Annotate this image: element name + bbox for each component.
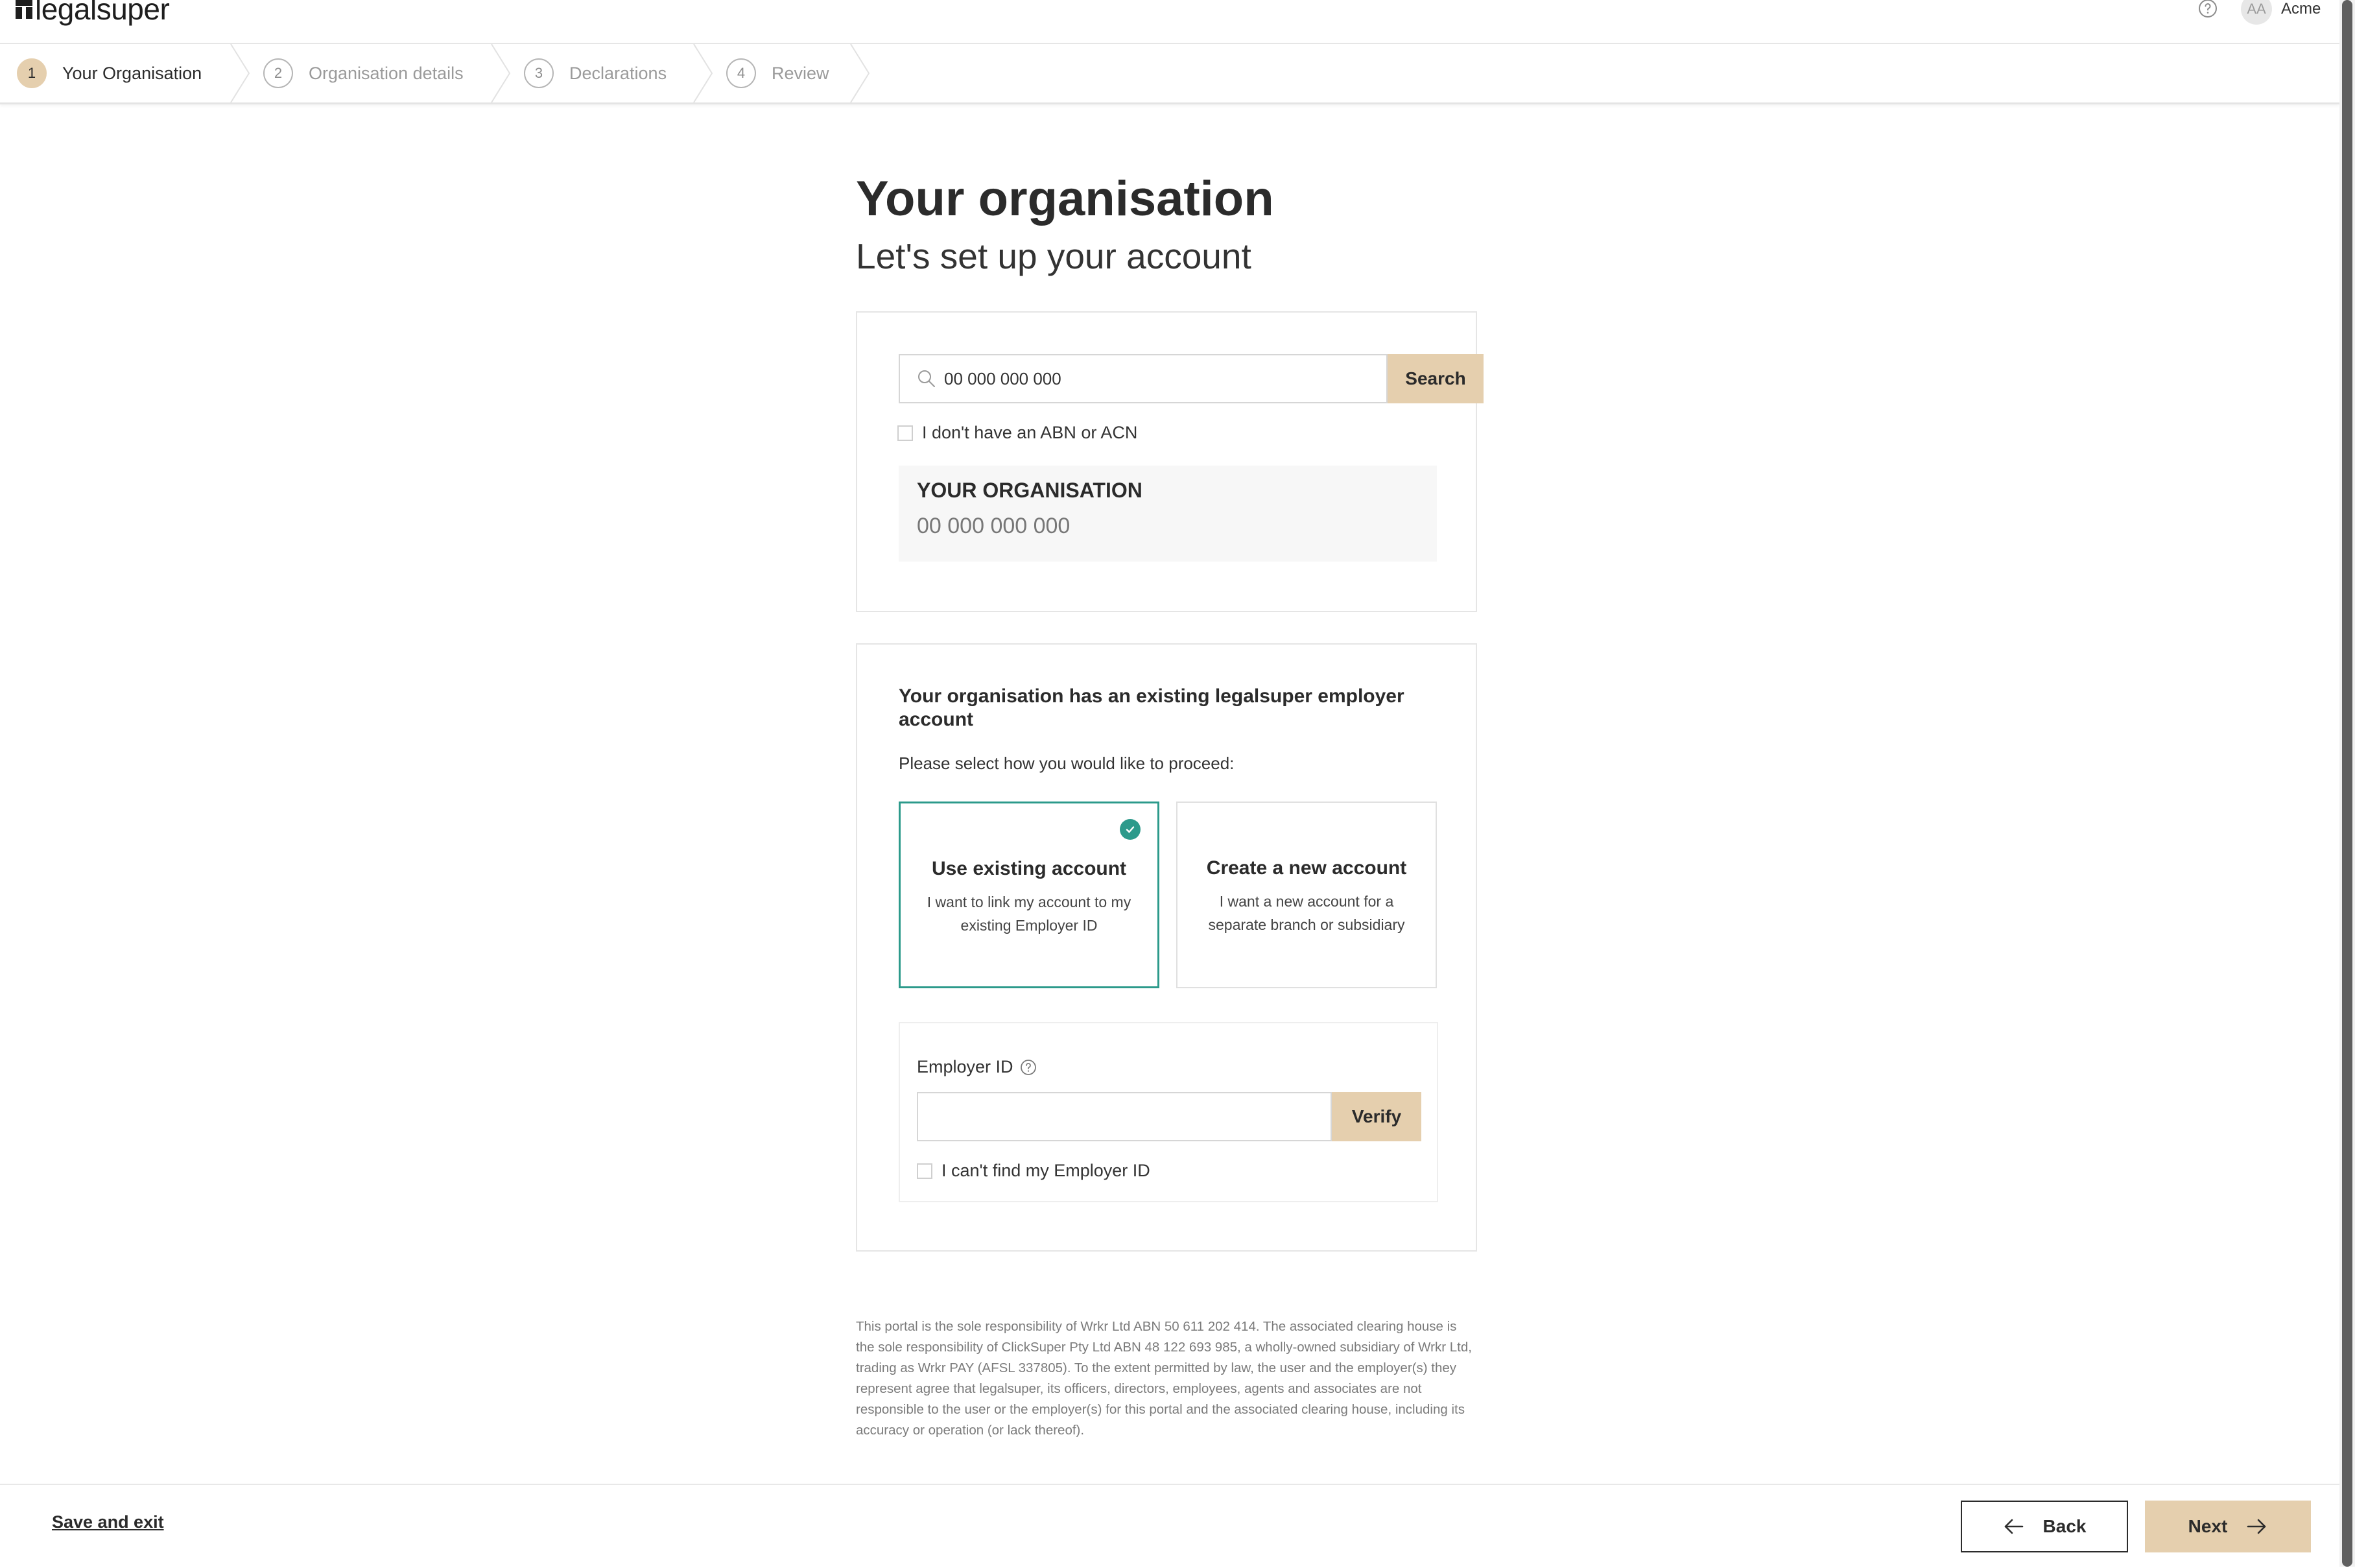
proceed-prompt: Please select how you would like to proc… [899, 754, 1235, 773]
top-header: legalsuper AA Acme [0, 0, 2339, 44]
no-abn-checkbox-row[interactable]: I don't have an ABN or ACN [897, 423, 1137, 443]
user-name[interactable]: Acme [2281, 0, 2321, 18]
option-title: Use existing account [931, 858, 1127, 879]
back-label: Back [2042, 1516, 2087, 1536]
option-description: I want a new account for a separate bran… [1208, 893, 1405, 933]
no-abn-checkbox[interactable] [897, 425, 913, 441]
page-subtitle: Let's set up your account [856, 236, 1251, 276]
cant-find-employer-id-label[interactable]: I can't find my Employer ID [941, 1161, 1150, 1181]
progress-stepper: 1 Your Organisation 2 Organisation detai… [0, 44, 2339, 104]
organisation-result: YOUR ORGANISATION 00 000 000 000 [899, 466, 1437, 562]
avatar[interactable]: AA [2241, 0, 2272, 25]
step-review[interactable]: 4 Review [726, 44, 829, 102]
logo-mark-icon [16, 0, 32, 19]
next-label: Next [2188, 1516, 2228, 1536]
step-label: Your Organisation [62, 63, 202, 83]
option-title: Create a new account [1206, 857, 1407, 879]
create-new-account-option[interactable]: Create a new account I want a new accoun… [1176, 802, 1437, 988]
step-label: Declarations [569, 63, 667, 83]
use-existing-account-option[interactable]: Use existing account I want to link my a… [899, 802, 1159, 988]
step-separator-icon [693, 44, 713, 102]
help-icon[interactable] [2198, 0, 2218, 18]
step-label: Organisation details [309, 63, 464, 83]
footer-bar: Save and exit Back Next [0, 1484, 2339, 1568]
no-abn-label[interactable]: I don't have an ABN or ACN [922, 423, 1137, 443]
arrow-left-icon [2004, 1519, 2023, 1534]
legal-disclaimer: This portal is the sole responsibility o… [856, 1319, 1472, 1438]
abn-search-field[interactable]: 00 000 000 000 [899, 354, 1388, 403]
existing-account-card: Your organisation has an existing legals… [856, 643, 1477, 1252]
legalsuper-logo[interactable]: legalsuper [16, 0, 170, 29]
back-button[interactable]: Back [1961, 1501, 2128, 1552]
step-label: Review [772, 63, 829, 83]
step-number: 1 [17, 58, 47, 88]
next-button[interactable]: Next [2145, 1501, 2311, 1552]
employer-id-section: Employer ID Verify I can't find my Emplo… [899, 1022, 1438, 1202]
employer-id-label: Employer ID [917, 1057, 1037, 1077]
verify-button[interactable]: Verify [1332, 1092, 1421, 1141]
step-separator-icon [230, 44, 250, 102]
selected-check-icon [1120, 819, 1141, 840]
organisation-abn: 00 000 000 000 [917, 514, 1071, 538]
organisation-search-card: 00 000 000 000 Search I don't have an AB… [856, 311, 1484, 612]
scrollbar-thumb[interactable] [2342, 0, 2352, 1567]
step-separator-icon [850, 44, 870, 102]
employer-id-input[interactable] [917, 1092, 1332, 1141]
step-number: 4 [726, 58, 756, 88]
step-number: 2 [263, 58, 293, 88]
abn-search-input[interactable]: 00 000 000 000 [944, 369, 1061, 389]
step-declarations[interactable]: 3 Declarations [524, 44, 667, 102]
option-description: I want to link my account to my existing… [927, 894, 1131, 934]
search-icon [918, 370, 935, 387]
step-number: 3 [524, 58, 554, 88]
search-button[interactable]: Search [1388, 354, 1484, 403]
cant-find-employer-id-checkbox[interactable] [917, 1163, 932, 1179]
step-organisation-details[interactable]: 2 Organisation details [263, 44, 464, 102]
organisation-name: YOUR ORGANISATION [917, 479, 1142, 502]
help-icon[interactable] [1020, 1059, 1037, 1076]
existing-account-title: Your organisation has an existing legals… [899, 685, 1404, 730]
step-separator-icon [491, 44, 511, 102]
employer-id-label-text: Employer ID [917, 1057, 1013, 1076]
page-scrollbar[interactable] [2339, 0, 2355, 1567]
logo-text: legalsuper [35, 0, 170, 26]
arrow-right-icon [2247, 1519, 2266, 1534]
cant-find-checkbox-row[interactable]: I can't find my Employer ID [917, 1161, 1150, 1181]
save-and-exit-link[interactable]: Save and exit [52, 1512, 164, 1532]
step-your-organisation[interactable]: 1 Your Organisation [17, 44, 202, 102]
page-title: Your organisation [856, 171, 1274, 226]
